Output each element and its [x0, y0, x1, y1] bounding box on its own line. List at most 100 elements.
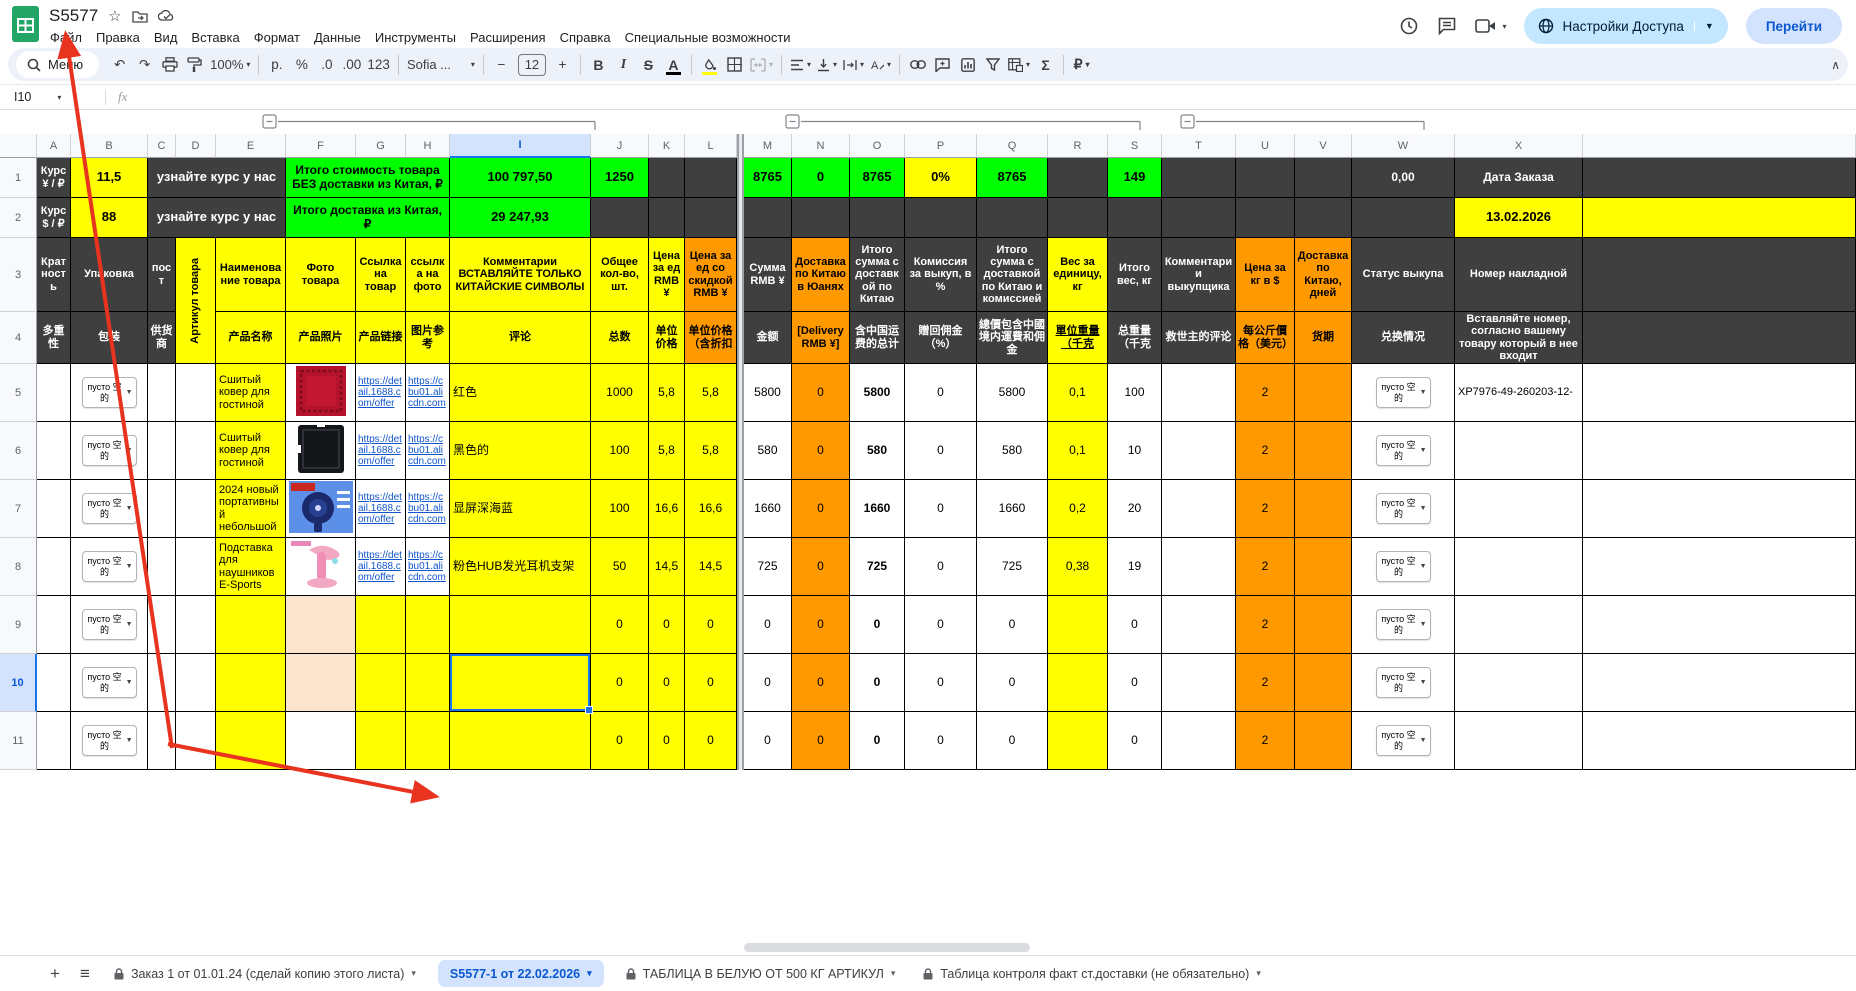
- cell-U8[interactable]: 2: [1236, 538, 1295, 596]
- cell-P10[interactable]: 0: [905, 654, 977, 712]
- cell-G9[interactable]: [356, 596, 406, 654]
- cell-H3[interactable]: ссылка на фото: [406, 238, 450, 312]
- cell-A4[interactable]: 多重性: [37, 312, 71, 364]
- cell-V8[interactable]: [1295, 538, 1352, 596]
- cell-I6[interactable]: 黑色的: [450, 422, 591, 480]
- cell-T8[interactable]: [1162, 538, 1236, 596]
- font-size-input[interactable]: 12: [518, 54, 546, 76]
- document-title[interactable]: S5577: [49, 6, 98, 26]
- cell-J4[interactable]: 总数: [591, 312, 649, 364]
- cell-E11[interactable]: [216, 712, 286, 770]
- cell-P11[interactable]: 0: [905, 712, 977, 770]
- cell-U1[interactable]: [1236, 158, 1295, 198]
- dropdown-chip[interactable]: пусто 空的▼: [82, 609, 137, 640]
- cell-P4[interactable]: 贈回佣金（%）: [905, 312, 977, 364]
- cell-P6[interactable]: 0: [905, 422, 977, 480]
- cell-X1[interactable]: Дата Заказа: [1455, 158, 1583, 198]
- cell-W11[interactable]: пусто 空的▼: [1352, 712, 1455, 770]
- cell-link[interactable]: https://detail.1688.com/offer: [358, 376, 403, 410]
- cell-L6[interactable]: 5,8: [685, 422, 737, 480]
- cell-H6[interactable]: https://cbu01.alicdn.com: [406, 422, 450, 480]
- go-button[interactable]: Перейти: [1746, 8, 1842, 44]
- dropdown-chip[interactable]: пусто 空的▼: [82, 725, 137, 756]
- cell-N7[interactable]: 0: [792, 480, 850, 538]
- text-rotation-button[interactable]: A ▾: [867, 52, 894, 77]
- collapse-toolbar-icon[interactable]: ∧: [1831, 58, 1840, 72]
- cell-M11[interactable]: 0: [744, 712, 792, 770]
- dropdown-chip[interactable]: пусто 空的▼: [1376, 725, 1431, 756]
- cell-Y8[interactable]: [1583, 538, 1856, 596]
- cell-R7[interactable]: 0,2: [1048, 480, 1108, 538]
- cell-E5[interactable]: Сшитый ковер для гостиной: [216, 364, 286, 422]
- cell-Q4[interactable]: 總價包含中國境内運費和佣金: [977, 312, 1048, 364]
- cell-B1[interactable]: 11,5: [71, 158, 148, 198]
- cell-X11[interactable]: [1455, 712, 1583, 770]
- cell-I3[interactable]: Комментарии ВСТАВЛЯЙТЕ ТОЛЬКО КИТАЙСКИЕ …: [450, 238, 591, 312]
- cell-U4[interactable]: 每公斤價格（美元）: [1236, 312, 1295, 364]
- cell-L4[interactable]: 单位价格（含折扣: [685, 312, 737, 364]
- cell-T1[interactable]: [1162, 158, 1236, 198]
- cell-A6[interactable]: [37, 422, 71, 480]
- cell-Q5[interactable]: 5800: [977, 364, 1048, 422]
- cell-H10[interactable]: [406, 654, 450, 712]
- row-header-2[interactable]: 2: [0, 198, 37, 238]
- dropdown-chip[interactable]: пусто 空的▼: [82, 667, 137, 698]
- cell-N2[interactable]: [792, 198, 850, 238]
- menu-item-tools[interactable]: Инструменты: [368, 28, 463, 47]
- menu-item-view[interactable]: Вид: [147, 28, 185, 47]
- column-header-G[interactable]: G: [356, 134, 406, 158]
- cell-M10[interactable]: 0: [744, 654, 792, 712]
- cell-Q8[interactable]: 725: [977, 538, 1048, 596]
- borders-button[interactable]: [722, 52, 747, 77]
- column-header-V[interactable]: V: [1295, 134, 1352, 158]
- cell-V6[interactable]: [1295, 422, 1352, 480]
- cell-P1[interactable]: 0%: [905, 158, 977, 198]
- cell-O2[interactable]: [850, 198, 905, 238]
- print-button[interactable]: [157, 52, 182, 77]
- horizontal-align-button[interactable]: ▾: [787, 52, 814, 77]
- fill-color-button[interactable]: [697, 52, 722, 77]
- cell-R10[interactable]: [1048, 654, 1108, 712]
- cell-C2[interactable]: узнайте курс у нас: [148, 198, 286, 238]
- menu-item-accessibility[interactable]: Специальные возможности: [618, 28, 798, 47]
- menu-item-file[interactable]: Файл: [43, 28, 89, 47]
- cell-O11[interactable]: 0: [850, 712, 905, 770]
- decrease-decimals-button[interactable]: .0: [314, 52, 339, 77]
- cell-T9[interactable]: [1162, 596, 1236, 654]
- cell-M9[interactable]: 0: [744, 596, 792, 654]
- horizontal-scrollbar[interactable]: [0, 940, 1856, 955]
- paint-format-button[interactable]: [182, 52, 207, 77]
- cell-L2[interactable]: [685, 198, 737, 238]
- column-header-O[interactable]: O: [850, 134, 905, 158]
- dropdown-chip[interactable]: пусто 空的▼: [82, 435, 137, 466]
- cell-C6[interactable]: [148, 422, 176, 480]
- cell-J5[interactable]: 1000: [591, 364, 649, 422]
- cell-O10[interactable]: 0: [850, 654, 905, 712]
- cell-Q10[interactable]: 0: [977, 654, 1048, 712]
- cell-D6[interactable]: [176, 422, 216, 480]
- cell-M6[interactable]: 580: [744, 422, 792, 480]
- cell-U3[interactable]: Цена за кг в $: [1236, 238, 1295, 312]
- frozen-pane-divider[interactable]: [737, 312, 744, 364]
- cell-E9[interactable]: [216, 596, 286, 654]
- frozen-pane-divider[interactable]: [737, 198, 744, 238]
- menu-item-format[interactable]: Формат: [247, 28, 307, 47]
- cell-link[interactable]: https://cbu01.alicdn.com: [408, 550, 447, 584]
- cell-E8[interactable]: Подставка для наушников E-Sports: [216, 538, 286, 596]
- cell-T11[interactable]: [1162, 712, 1236, 770]
- text-wrap-button[interactable]: ▾: [840, 52, 867, 77]
- cell-Y1[interactable]: [1583, 158, 1856, 198]
- column-header-H[interactable]: H: [406, 134, 450, 158]
- cell-T5[interactable]: [1162, 364, 1236, 422]
- cell-B8[interactable]: пусто 空的▼: [71, 538, 148, 596]
- cell-F4[interactable]: 产品照片: [286, 312, 356, 364]
- dropdown-chip[interactable]: пусто 空的▼: [1376, 377, 1431, 408]
- cell-B3[interactable]: Упаковка: [71, 238, 148, 312]
- cell-K4[interactable]: 单位价格: [649, 312, 685, 364]
- cell-R9[interactable]: [1048, 596, 1108, 654]
- dropdown-chip[interactable]: пусто 空的▼: [1376, 435, 1431, 466]
- comments-icon[interactable]: [1437, 16, 1457, 36]
- cell-P8[interactable]: 0: [905, 538, 977, 596]
- cell-K2[interactable]: [649, 198, 685, 238]
- add-sheet-button[interactable]: +: [42, 961, 68, 987]
